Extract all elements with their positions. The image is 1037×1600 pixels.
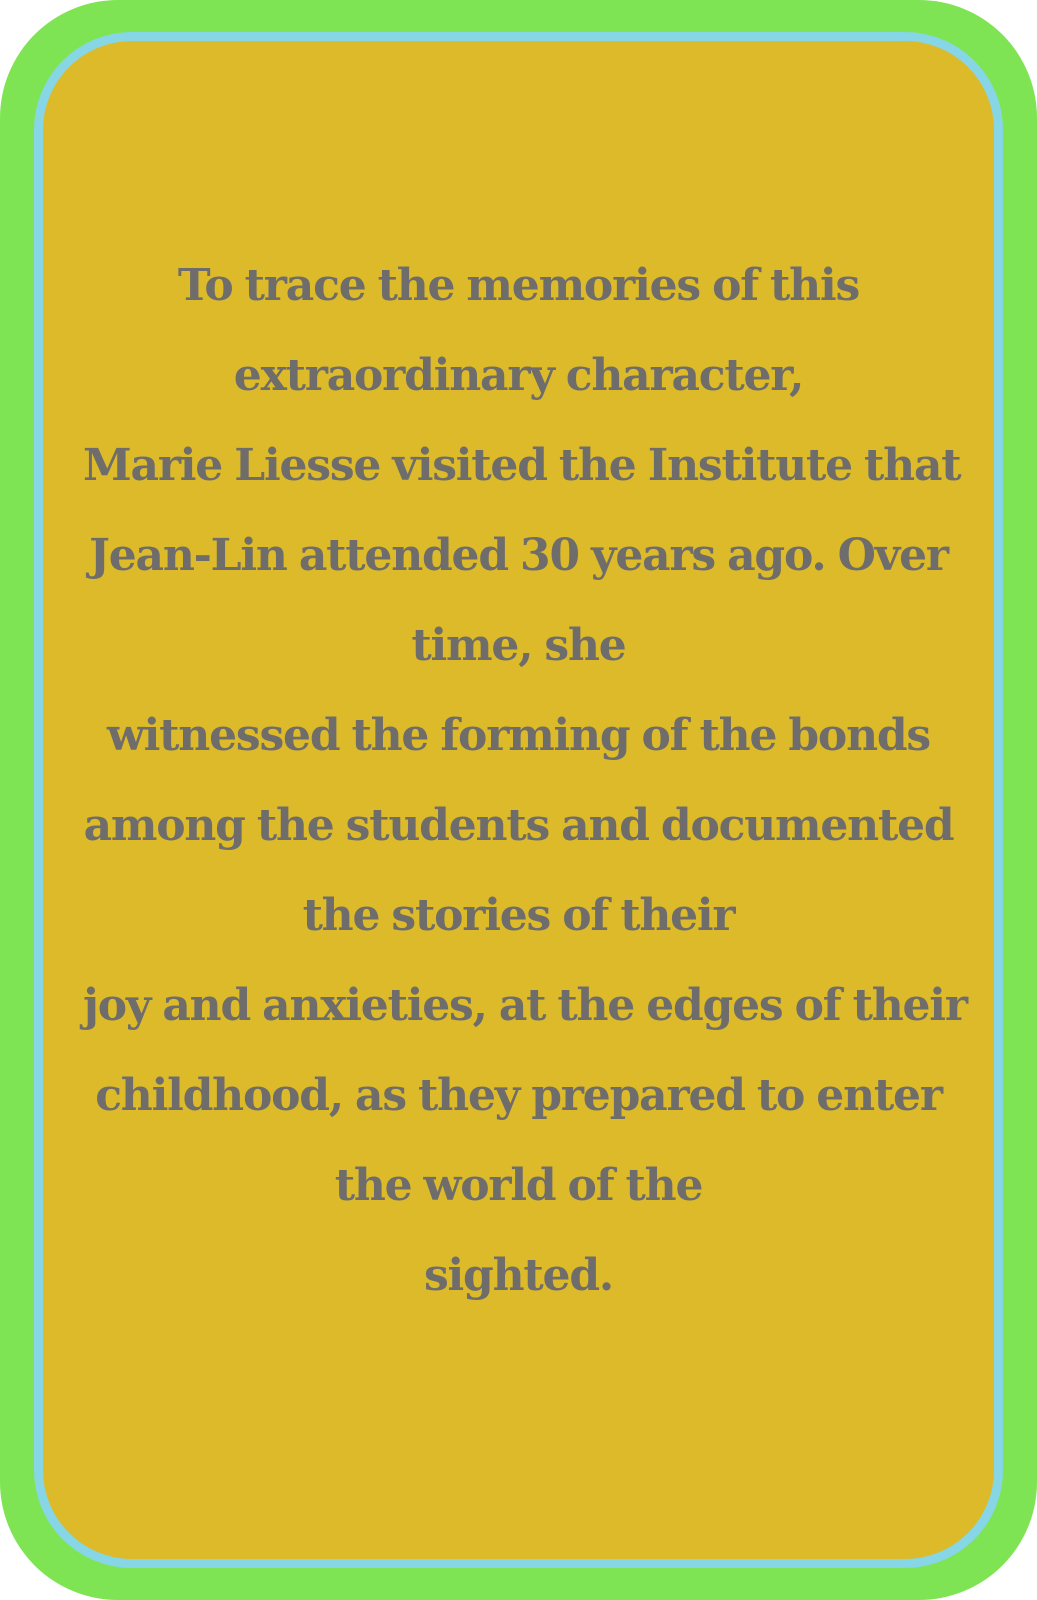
text-line-8: the stories of their xyxy=(302,890,736,941)
text-line-10: childhood, as they prepared to enter xyxy=(95,1070,943,1121)
text-line-2: extraordinary character, xyxy=(233,350,805,401)
text-line-7: among the students and documented xyxy=(83,800,955,851)
text-line-1: To trace the memories of this xyxy=(177,260,860,311)
text-line-12: sighted. xyxy=(423,1250,614,1301)
text-line-9: joy and anxieties, at the edges of their xyxy=(83,980,968,1031)
text-line-5: time, she xyxy=(411,620,626,671)
text-line-6: witnessed the forming of the bonds xyxy=(106,710,931,761)
outer-frame: To trace the memories of this extraordin… xyxy=(0,0,1037,1600)
card-text: To trace the memories of this extraordin… xyxy=(83,241,968,1321)
text-line-11: the world of the xyxy=(334,1160,704,1211)
text-line-3: Marie Liesse visited the Institute that xyxy=(83,440,962,491)
text-line-4: Jean-Lin attended 30 years ago. Over xyxy=(89,530,949,581)
text-card: To trace the memories of this extraordin… xyxy=(34,32,1003,1568)
